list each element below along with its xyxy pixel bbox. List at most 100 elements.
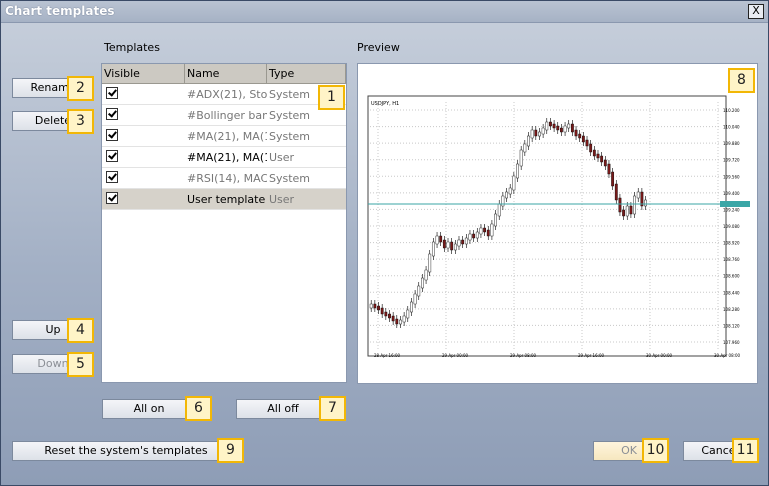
templates-table[interactable]: Visible Name Type #ADX(21), Stoch System… — [101, 63, 347, 383]
annotation-badge: 1 — [318, 85, 345, 110]
y-tick-label: 109.080 — [723, 224, 740, 229]
chart-symbol: USDJPY, H1 — [371, 101, 399, 107]
candle-body — [629, 205, 633, 215]
candle-body — [486, 229, 490, 237]
candle-body — [614, 183, 618, 201]
x-tick-label: 30 Apr 00:00 — [646, 353, 673, 358]
annotation-badge: 9 — [217, 438, 244, 463]
candle-body — [600, 155, 604, 163]
dialog-title: Chart templates — [5, 4, 115, 18]
visible-checkbox[interactable] — [106, 108, 118, 120]
current-price-tag — [720, 201, 750, 207]
template-name: #Bollinger bands — [187, 109, 267, 122]
candle-body — [552, 123, 556, 129]
candle-body — [589, 143, 593, 153]
candle-body — [442, 239, 446, 249]
table-row[interactable]: #ADX(21), Stoch System — [102, 84, 346, 105]
candle-body — [581, 135, 585, 143]
title-bar: Chart templates X — [1, 1, 768, 23]
candle-body — [410, 301, 413, 313]
candle-body — [377, 305, 380, 311]
candle-body — [439, 235, 443, 243]
y-tick-label: 109.560 — [723, 174, 740, 179]
template-name: #RSI(14), MACD — [187, 172, 267, 185]
x-tick-label: 29 Apr 00:00 — [442, 353, 469, 358]
y-tick-label: 110.040 — [723, 125, 740, 130]
table-row[interactable]: #MA(21), MA(10 System — [102, 126, 346, 147]
candle-body — [570, 123, 574, 133]
visible-checkbox[interactable] — [106, 129, 118, 141]
chart-templates-dialog: Chart templates X Templates Preview Rena… — [0, 0, 769, 486]
candle-body — [450, 241, 454, 251]
candle-body — [388, 313, 391, 319]
candle-body — [373, 303, 377, 309]
y-tick-label: 108.120 — [723, 323, 740, 328]
all-off-button[interactable]: All off — [236, 399, 330, 419]
candle-body — [556, 125, 560, 131]
candle-body — [369, 303, 373, 309]
column-visible[interactable]: Visible — [102, 64, 185, 83]
candle-body — [578, 133, 582, 139]
candle-body — [541, 127, 545, 135]
visible-checkbox[interactable] — [106, 171, 118, 183]
table-row-selected[interactable]: User template User — [102, 189, 346, 210]
template-name: #ADX(21), Stoch — [187, 88, 267, 101]
column-type[interactable]: Type — [267, 64, 346, 83]
preview-label: Preview — [357, 41, 400, 54]
annotation-badge: 2 — [67, 76, 94, 101]
candle-body — [512, 175, 516, 191]
candle-body — [508, 187, 512, 195]
candle-body — [497, 203, 501, 217]
x-tick-label: 30 Apr 08:00 — [714, 353, 741, 358]
column-name[interactable]: Name — [185, 64, 267, 83]
y-tick-label: 109.720 — [723, 158, 740, 163]
candle-body — [417, 285, 421, 297]
candle-body — [603, 159, 607, 167]
candle-body — [435, 235, 439, 245]
candle-body — [519, 149, 523, 167]
candle-body — [380, 307, 384, 315]
all-on-button[interactable]: All on — [102, 399, 196, 419]
y-tick-label: 107.960 — [723, 340, 740, 345]
candle-body — [464, 237, 468, 245]
candle-body — [421, 277, 424, 289]
annotation-badge: 7 — [319, 396, 346, 421]
candle-body — [402, 315, 406, 323]
candle-body — [494, 213, 497, 227]
candle-body — [457, 239, 461, 247]
candle-body — [428, 253, 432, 273]
candle-body — [549, 121, 552, 127]
candle-body — [431, 241, 435, 257]
candle-body — [527, 135, 530, 147]
x-tick-label: 29 Apr 16:00 — [578, 353, 605, 358]
table-row[interactable]: #RSI(14), MACD System — [102, 168, 346, 189]
candle-body — [523, 143, 527, 153]
y-tick-label: 108.440 — [723, 290, 740, 295]
visible-checkbox[interactable] — [106, 192, 118, 204]
candle-body — [644, 199, 647, 207]
candle-body — [413, 293, 417, 305]
close-icon[interactable]: X — [748, 4, 764, 19]
candle-body — [475, 231, 479, 239]
annotation-badge: 8 — [728, 68, 755, 93]
candle-body — [461, 239, 465, 245]
table-row[interactable]: #Bollinger bands System — [102, 105, 346, 126]
candle-body — [596, 153, 600, 159]
candle-body — [406, 309, 410, 319]
y-tick-label: 108.920 — [723, 241, 740, 246]
y-tick-label: 109.400 — [723, 191, 740, 196]
visible-checkbox[interactable] — [106, 87, 118, 99]
reset-system-templates-button[interactable]: Reset the system's templates — [12, 441, 240, 461]
candle-body — [391, 315, 395, 322]
candle-body — [545, 121, 549, 131]
visible-checkbox[interactable] — [106, 150, 118, 162]
x-tick-label: 28 Apr 16:00 — [374, 353, 401, 358]
y-tick-label: 110.200 — [723, 108, 740, 113]
annotation-badge: 5 — [67, 352, 94, 377]
candle-body — [592, 149, 596, 157]
candle-body — [453, 243, 457, 251]
candle-body — [516, 163, 519, 179]
table-row[interactable]: #MA(21), MA(10 User — [102, 147, 346, 168]
annotation-badge: 3 — [67, 109, 94, 134]
template-type: User — [269, 151, 295, 164]
